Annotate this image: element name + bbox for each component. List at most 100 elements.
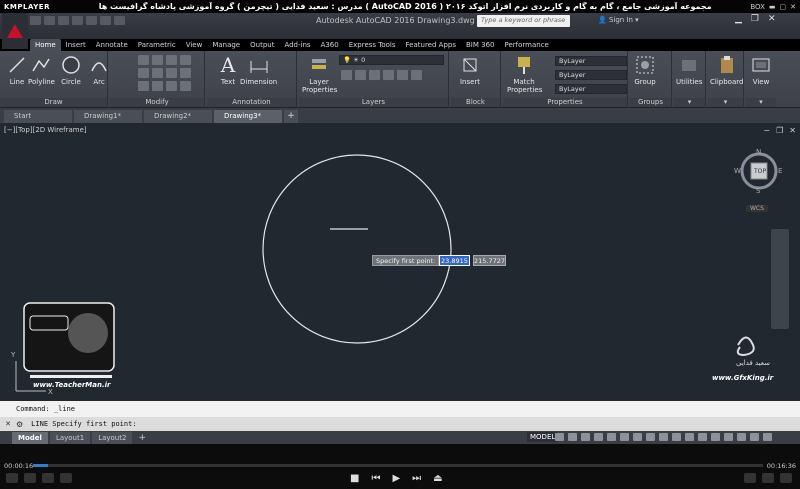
command-line-close-icon[interactable]: ✕ xyxy=(0,420,16,428)
ribbon-tab-annotate[interactable]: Annotate xyxy=(91,39,133,51)
annotation-monitor-icon[interactable] xyxy=(698,433,707,441)
save-icon[interactable] xyxy=(58,16,69,25)
text-tool[interactable]: A Text xyxy=(217,53,239,86)
hardware-acceleration-icon[interactable] xyxy=(737,433,746,441)
player-capture-icon[interactable] xyxy=(42,473,54,483)
utilities-tool[interactable]: Utilities xyxy=(676,54,702,86)
player-prev-icon[interactable]: ⏮ xyxy=(371,473,380,484)
autocad-application-menu-icon[interactable] xyxy=(2,13,28,49)
otrack-icon[interactable] xyxy=(620,433,629,441)
layer-tool-2-icon[interactable] xyxy=(355,70,366,80)
open-icon[interactable] xyxy=(44,16,55,25)
move-icon[interactable] xyxy=(138,55,149,65)
selection-cycling-icon[interactable] xyxy=(659,433,668,441)
new-tab-button[interactable]: + xyxy=(284,110,298,123)
command-input[interactable]: LINE Specify first point: xyxy=(23,420,136,428)
lineweight-icon[interactable] xyxy=(633,433,642,441)
clipboard-tool[interactable]: Clipboard xyxy=(710,54,743,86)
customization-icon[interactable] xyxy=(763,433,772,441)
mirror-icon[interactable] xyxy=(152,68,163,78)
minimize-icon[interactable]: ▁ xyxy=(735,14,742,24)
annotation-panel-label[interactable]: Annotation xyxy=(207,98,296,107)
search-input[interactable]: Type a keyword or phrase xyxy=(477,15,570,27)
annotation-scale-icon[interactable] xyxy=(672,433,681,441)
doc-tab-drawing1[interactable]: Drawing1* xyxy=(74,110,142,123)
circle-tool[interactable]: Circle xyxy=(60,54,82,86)
ribbon-tab-bim-360[interactable]: BIM 360 xyxy=(461,39,500,51)
layer-tool-1-icon[interactable] xyxy=(341,70,352,80)
linetype-dropdown[interactable]: ByLayer xyxy=(555,70,627,80)
ribbon-tab-output[interactable]: Output xyxy=(245,39,279,51)
doc-tab-drawing2[interactable]: Drawing2* xyxy=(144,110,212,123)
print-icon[interactable] xyxy=(86,16,97,25)
sign-in-button[interactable]: 👤 Sign In ▾ xyxy=(598,16,639,24)
snap-icon[interactable] xyxy=(568,433,577,441)
dimension-tool[interactable]: Dimension xyxy=(240,54,277,86)
drawn-circle[interactable] xyxy=(262,154,452,344)
player-play-icon[interactable]: ▶ xyxy=(392,473,400,484)
rotate-icon[interactable] xyxy=(152,55,163,65)
copy-icon[interactable] xyxy=(138,68,149,78)
layout-tab-layout1[interactable]: Layout1 xyxy=(49,431,91,444)
new-layout-button[interactable]: + xyxy=(134,433,150,443)
scale-icon[interactable] xyxy=(152,81,163,91)
offset-icon[interactable] xyxy=(180,81,191,91)
layer-properties-tool[interactable]: Layer Properties xyxy=(302,54,337,94)
workspace-icon[interactable] xyxy=(685,433,694,441)
arc-tool[interactable]: Arc xyxy=(88,54,110,86)
dynamic-input-y-field[interactable]: 215.7727 xyxy=(473,255,506,266)
ortho-icon[interactable] xyxy=(581,433,590,441)
drawing-canvas[interactable]: [−][Top][2D Wireframe] − ❐ ✕ Y X TOP N S… xyxy=(0,123,800,401)
layer-tool-3-icon[interactable] xyxy=(369,70,380,80)
ribbon-tab-express-tools[interactable]: Express Tools xyxy=(344,39,401,51)
grid-icon[interactable] xyxy=(555,433,564,441)
layer-dropdown[interactable]: 💡 ☀ 0 xyxy=(339,55,444,65)
transparency-icon[interactable] xyxy=(646,433,655,441)
ribbon-tab-view[interactable]: View xyxy=(181,39,208,51)
layers-panel-label[interactable]: Layers xyxy=(299,98,448,107)
layer-tool-5-icon[interactable] xyxy=(397,70,408,80)
lineweight-dropdown[interactable]: ByLayer xyxy=(555,84,627,94)
save-as-icon[interactable] xyxy=(72,16,83,25)
explode-icon[interactable] xyxy=(180,68,191,78)
trim-icon[interactable] xyxy=(166,55,177,65)
navigation-bar[interactable] xyxy=(771,229,789,329)
isolate-icon[interactable] xyxy=(724,433,733,441)
layer-tool-6-icon[interactable] xyxy=(411,70,422,80)
utilities-panel-arrow[interactable]: ▾ xyxy=(674,98,705,107)
player-3d-icon[interactable] xyxy=(6,473,18,483)
array-icon[interactable] xyxy=(166,81,177,91)
doc-tab-drawing3[interactable]: Drawing3* xyxy=(214,110,282,123)
properties-panel-label[interactable]: Properties xyxy=(503,98,627,107)
ribbon-tab-add-ins[interactable]: Add-ins xyxy=(279,39,315,51)
player-volume-icon[interactable] xyxy=(762,473,774,483)
color-dropdown[interactable]: ByLayer xyxy=(555,56,627,66)
restore-icon[interactable]: ❐ xyxy=(751,14,759,24)
new-icon[interactable] xyxy=(30,16,41,25)
layer-tool-4-icon[interactable] xyxy=(383,70,394,80)
command-line-wrench-icon[interactable]: ⚙ xyxy=(16,420,23,429)
clean-screen-icon[interactable] xyxy=(750,433,759,441)
player-eject-icon[interactable]: ⏏ xyxy=(433,473,442,484)
player-next-icon[interactable]: ⏭ xyxy=(412,473,421,484)
erase-icon[interactable] xyxy=(180,55,191,65)
osnap-icon[interactable] xyxy=(607,433,616,441)
polar-icon[interactable] xyxy=(594,433,603,441)
player-minimize-icon[interactable]: ▬ xyxy=(769,3,776,11)
viewcube-west-label[interactable]: W xyxy=(734,167,741,175)
undo-icon[interactable] xyxy=(100,16,111,25)
stretch-icon[interactable] xyxy=(138,81,149,91)
redo-icon[interactable] xyxy=(114,16,125,25)
ribbon-tab-performance[interactable]: Performance xyxy=(499,39,553,51)
player-seek-bar[interactable] xyxy=(33,464,763,467)
player-stop-icon[interactable]: ■ xyxy=(350,473,359,484)
units-icon[interactable] xyxy=(711,433,720,441)
ribbon-tab-parametric[interactable]: Parametric xyxy=(133,39,181,51)
view-tool[interactable]: View xyxy=(750,54,772,86)
draw-panel-label[interactable]: Draw xyxy=(0,98,107,107)
viewcube-north-label[interactable]: N xyxy=(756,148,761,156)
viewcube-south-label[interactable]: S xyxy=(756,187,760,195)
line-tool[interactable]: Line xyxy=(6,54,28,86)
player-playlist-icon[interactable] xyxy=(744,473,756,483)
groups-panel-label[interactable]: Groups xyxy=(630,98,671,107)
